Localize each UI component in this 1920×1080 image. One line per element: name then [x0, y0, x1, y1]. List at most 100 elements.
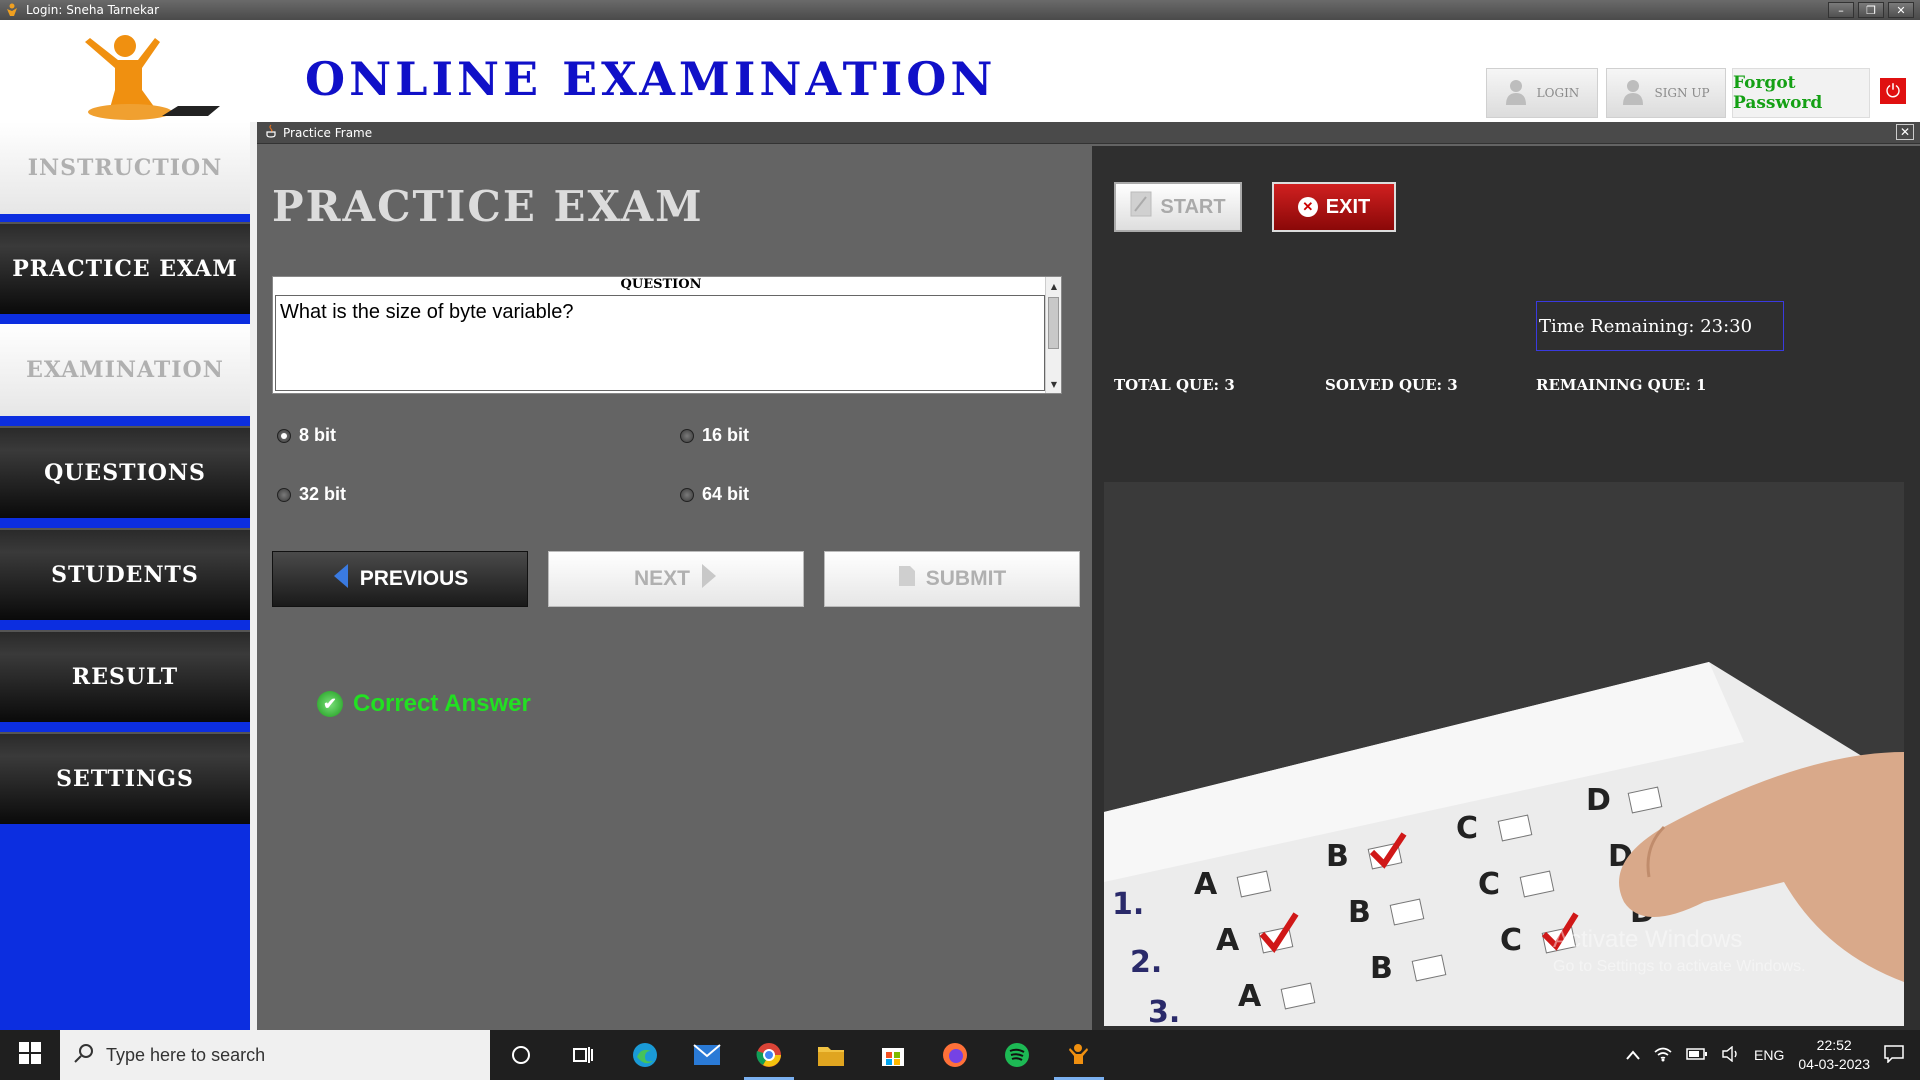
exit-button[interactable]: ✕ EXIT [1272, 182, 1396, 232]
search-icon [74, 1043, 94, 1067]
battery-icon[interactable] [1686, 1047, 1708, 1064]
edit-icon [1130, 191, 1152, 223]
start-label: START [1160, 195, 1226, 218]
result-text: Correct Answer [353, 690, 531, 717]
close-button[interactable]: ✕ [1888, 2, 1914, 18]
app-logo [60, 28, 220, 123]
option-label: 16 bit [702, 425, 750, 445]
clock-date: 04-03-2023 [1798, 1056, 1870, 1072]
svg-text:C: C [1456, 811, 1478, 846]
check-icon: ✔ [317, 691, 343, 717]
power-icon[interactable]: ⏻ [1880, 78, 1906, 104]
radio-icon[interactable] [680, 487, 694, 502]
close-circle-icon: ✕ [1297, 197, 1318, 217]
chevron-up-icon[interactable] [1626, 1047, 1640, 1063]
practice-frame-titlebar: Practice Frame ✕ [257, 122, 1920, 144]
svg-text:C: C [1500, 923, 1522, 958]
previous-button[interactable]: PREVIOUS [272, 551, 528, 607]
arrow-right-icon [700, 563, 718, 595]
question-panel: QUESTION What is the size of byte variab… [272, 276, 1062, 394]
sidebar-item-result[interactable]: RESULT [0, 630, 250, 722]
exam-status-panel: START ✕ EXIT Time Remaining: 23:30 TOTAL… [1092, 146, 1920, 1030]
firefox-icon[interactable] [924, 1030, 986, 1080]
clock[interactable]: 22:52 04-03-2023 [1798, 1036, 1870, 1074]
option-label: 64 bit [702, 484, 750, 504]
option-b[interactable]: 16 bit [680, 425, 749, 446]
radio-icon[interactable] [680, 428, 694, 443]
store-icon[interactable] [862, 1030, 924, 1080]
document-icon [898, 565, 916, 593]
svg-text:A: A [1194, 867, 1218, 902]
svg-text:A: A [1238, 979, 1262, 1014]
watermark-line-2: Go to Settings to activate Windows. [1553, 958, 1806, 975]
cortana-icon[interactable] [490, 1030, 552, 1080]
clock-time: 22:52 [1816, 1037, 1852, 1053]
restore-button[interactable]: ❐ [1858, 2, 1884, 18]
scroll-down-icon[interactable]: ▼ [1046, 377, 1062, 391]
time-remaining: Time Remaining: 23:30 [1536, 301, 1784, 351]
app-title: ONLINE EXAMINATION [305, 52, 997, 106]
question-scrollbar[interactable]: ▲ ▼ [1045, 277, 1061, 393]
login-label: LOGIN [1536, 86, 1580, 100]
notification-icon[interactable] [1884, 1044, 1904, 1066]
signup-button[interactable]: SIGN UP [1606, 68, 1726, 118]
wifi-icon[interactable] [1654, 1046, 1672, 1065]
next-button[interactable]: NEXT [548, 551, 804, 607]
option-a[interactable]: 8 bit [277, 425, 336, 446]
radio-selected-icon[interactable] [277, 428, 291, 443]
exam-app-icon[interactable] [1048, 1030, 1110, 1080]
row-number-1: 1. [1112, 887, 1144, 922]
signup-label: SIGN UP [1654, 86, 1710, 100]
start-button[interactable]: START [1114, 182, 1242, 232]
minimize-button[interactable]: – [1828, 2, 1854, 18]
start-menu-button[interactable] [0, 1030, 60, 1080]
sidebar-item-settings[interactable]: SETTINGS [0, 732, 250, 824]
sidebar-item-questions[interactable]: QUESTIONS [0, 426, 250, 518]
user-icon [1505, 79, 1527, 108]
submit-button[interactable]: SUBMIT [824, 551, 1080, 607]
taskbar-search[interactable]: Type here to search [60, 1030, 490, 1080]
sidebar-item-practice-exam[interactable]: PRACTICE EXAM [0, 222, 250, 314]
spotify-icon[interactable] [986, 1030, 1048, 1080]
option-d[interactable]: 64 bit [680, 484, 749, 505]
sidebar-item-instruction[interactable]: INSTRUCTION [0, 122, 250, 214]
row-number-3: 3. [1148, 995, 1180, 1026]
file-explorer-icon[interactable] [800, 1030, 862, 1080]
edge-icon[interactable] [614, 1030, 676, 1080]
chrome-icon[interactable] [738, 1030, 800, 1080]
close-icon[interactable]: ✕ [1896, 124, 1914, 140]
answer-result: ✔ Correct Answer [317, 690, 531, 718]
sidebar-item-students[interactable]: STUDENTS [0, 528, 250, 620]
mail-icon[interactable] [676, 1030, 738, 1080]
window-titlebar: Login: Sneha Tarnekar – ❐ ✕ [0, 0, 1920, 20]
app-header: ONLINE EXAMINATION LOGIN SIGN UP Forgot … [0, 20, 1920, 122]
practice-frame: Practice Frame ✕ PRACTICE EXAM QUESTION … [257, 122, 1920, 1030]
forgot-password-button[interactable]: Forgot Password [1732, 68, 1870, 118]
task-view-icon[interactable] [552, 1030, 614, 1080]
language-indicator[interactable]: ENG [1754, 1047, 1784, 1063]
practice-frame-title: Practice Frame [283, 125, 373, 140]
activate-windows-watermark: Activate Windows Go to Settings to activ… [1553, 926, 1806, 976]
option-c[interactable]: 32 bit [277, 484, 346, 505]
svg-text:D: D [1586, 783, 1611, 818]
taskbar: Type here to search ENG 22:52 04-03-2023 [0, 1030, 1920, 1080]
sidebar-item-examination[interactable]: EXAMINATION [0, 324, 250, 416]
login-button[interactable]: LOGIN [1486, 68, 1598, 118]
scroll-thumb[interactable] [1048, 297, 1059, 349]
exit-label: EXIT [1325, 195, 1371, 218]
radio-icon[interactable] [277, 487, 291, 502]
question-label: QUESTION [620, 277, 702, 292]
arrow-left-icon [332, 563, 350, 595]
svg-text:B: B [1370, 951, 1393, 986]
option-label: 32 bit [299, 484, 347, 504]
question-text[interactable]: What is the size of byte variable? [275, 295, 1045, 391]
svg-text:C: C [1478, 867, 1500, 902]
scroll-up-icon[interactable]: ▲ [1046, 279, 1062, 293]
user-icon [1622, 79, 1644, 108]
svg-text:A: A [1216, 923, 1240, 958]
system-tray: ENG 22:52 04-03-2023 [1626, 1030, 1920, 1080]
watermark-line-1: Activate Windows [1553, 926, 1743, 953]
remaining-questions: REMAINING QUE: 1 [1536, 376, 1707, 394]
volume-icon[interactable] [1722, 1045, 1740, 1065]
svg-text:B: B [1326, 839, 1349, 874]
